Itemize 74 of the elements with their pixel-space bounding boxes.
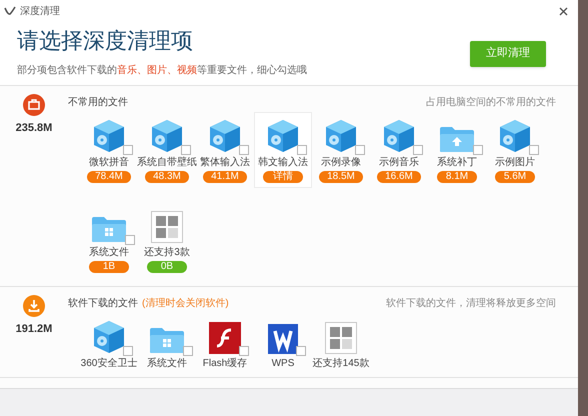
toolbox-icon: [23, 94, 45, 116]
app-grid-icon: [325, 322, 357, 354]
file-item[interactable]: 示例音乐 16.6M: [370, 112, 428, 188]
section-title: 软件下载的文件: [68, 296, 138, 310]
size-badge: 18.5M: [319, 171, 363, 183]
notice-text: 部分项包含软件下载的音乐、图片、视频等重要文件，细心勾选哦: [17, 64, 307, 78]
section-total-size: 235.8M: [16, 121, 52, 136]
checkbox[interactable]: [239, 346, 249, 356]
file-item[interactable]: WPS: [254, 313, 312, 375]
app-grid-icon: [151, 211, 183, 243]
checkbox[interactable]: [473, 145, 483, 155]
checkbox[interactable]: [296, 346, 306, 356]
file-item[interactable]: 系统文件 1B: [80, 202, 138, 278]
file-item[interactable]: Flash缓存: [196, 313, 254, 375]
item-label: 系统自带壁纸: [137, 156, 197, 169]
file-item[interactable]: 还支持3款 0B: [138, 202, 196, 278]
checkbox[interactable]: [125, 235, 135, 245]
size-badge: 48.3M: [145, 171, 189, 183]
checkbox[interactable]: [355, 145, 365, 155]
file-item[interactable]: 示例录像 18.5M: [312, 112, 370, 188]
file-item[interactable]: 还支持145款: [312, 313, 370, 375]
warning-text: (清理时会关闭软件): [142, 296, 229, 310]
file-item[interactable]: 系统自带壁纸 48.3M: [138, 112, 196, 188]
size-badge: 0B: [147, 261, 187, 273]
file-item[interactable]: 系统补丁 8.1M: [428, 112, 486, 188]
size-badge: 8.1M: [437, 171, 477, 183]
section-title: 不常用的文件: [68, 96, 128, 110]
window-title: 深度清理: [20, 4, 60, 18]
size-badge: 5.6M: [495, 171, 535, 183]
file-item[interactable]: 示例图片 5.6M: [486, 112, 544, 188]
checkbox[interactable]: [297, 145, 307, 155]
checkbox[interactable]: [123, 346, 133, 356]
size-badge: 78.4M: [87, 171, 131, 183]
wps-document-icon: [268, 324, 298, 354]
folder-windows-icon: [91, 215, 127, 243]
file-item[interactable]: 繁体输入法 41.1M: [196, 112, 254, 188]
section-hint: 占用电脑空间的不常用的文件: [426, 96, 556, 110]
item-label: Flash缓存: [202, 357, 248, 370]
item-label: 繁体输入法: [200, 156, 250, 169]
checkbox[interactable]: [181, 145, 191, 155]
app-logo-icon: [4, 6, 16, 16]
checkbox[interactable]: [123, 145, 133, 155]
flash-player-icon: [209, 322, 241, 354]
item-label: 示例音乐: [379, 156, 419, 169]
size-badge: 详情: [263, 171, 303, 183]
section-hint: 软件下载的文件，清理将释放更多空间: [386, 296, 556, 310]
item-label: 系统补丁: [437, 156, 477, 169]
folder-windows-icon: [149, 326, 185, 354]
item-label: 微软拼音: [89, 156, 129, 169]
size-badge: 16.6M: [377, 171, 421, 183]
item-label: 韩文输入法: [258, 156, 308, 169]
folder-upload-icon: [439, 125, 475, 153]
size-badge: 1B: [89, 261, 129, 273]
item-label: 360安全卫士: [80, 357, 138, 370]
checkbox[interactable]: [413, 145, 423, 155]
checkbox[interactable]: [529, 145, 539, 155]
file-item[interactable]: 360安全卫士: [80, 313, 138, 375]
file-item[interactable]: 韩文输入法 详情: [254, 112, 312, 188]
close-icon[interactable]: [559, 6, 568, 16]
item-label: 还支持3款: [144, 246, 190, 259]
section-total-size: 191.2M: [16, 322, 52, 337]
item-label: WPS: [272, 357, 294, 370]
file-item[interactable]: 系统文件: [138, 313, 196, 375]
download-icon: [23, 295, 45, 317]
item-label: 系统文件: [89, 246, 129, 259]
file-item[interactable]: 微软拼音 78.4M: [80, 112, 138, 188]
checkbox[interactable]: [183, 346, 193, 356]
item-label: 示例图片: [495, 156, 535, 169]
item-label: 系统文件: [147, 357, 187, 370]
checkbox[interactable]: [239, 145, 249, 155]
size-badge: 41.1M: [203, 171, 247, 183]
page-heading: 请选择深度清理项: [17, 29, 194, 53]
item-label: 还支持145款: [312, 357, 370, 370]
item-label: 示例录像: [321, 156, 361, 169]
